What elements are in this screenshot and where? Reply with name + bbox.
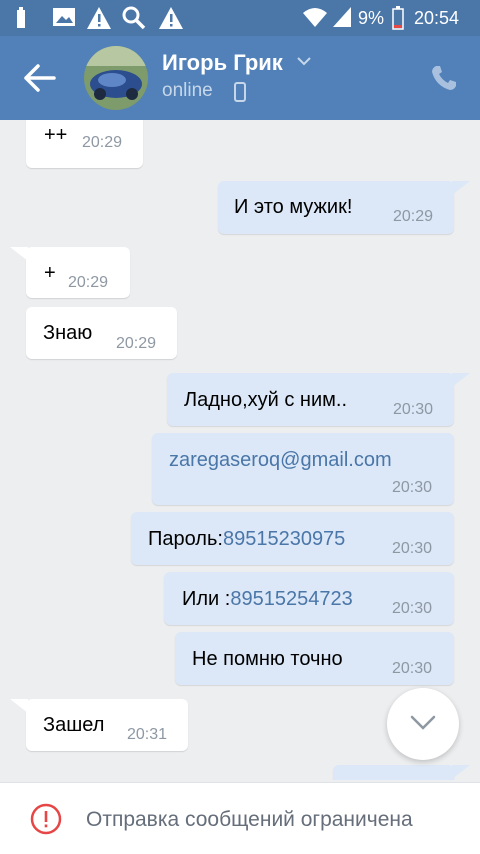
phone-link[interactable]: 89515254723 xyxy=(230,588,352,610)
bubble-tail xyxy=(452,765,470,779)
message-bubble-outgoing[interactable]: Не помню точно 20:30 xyxy=(175,632,454,685)
bubble-tail xyxy=(10,247,28,261)
message-text: Ладно,хуй с ним.. xyxy=(184,389,348,411)
message-time: 20:30 xyxy=(392,600,433,617)
notification-warning-icon-2 xyxy=(159,7,183,29)
scroll-to-bottom-button[interactable] xyxy=(387,688,459,760)
message-time: 20:29 xyxy=(393,208,434,225)
message-time: 20:31 xyxy=(127,726,168,743)
wifi-icon xyxy=(303,8,327,27)
message-bubble-incoming[interactable]: + 20:29 xyxy=(26,247,130,298)
notification-image-icon xyxy=(53,8,75,26)
message-text: + xyxy=(44,262,56,284)
back-arrow-icon[interactable] xyxy=(22,62,62,94)
message-text: И это мужик! xyxy=(234,196,353,218)
message-time: 20:30 xyxy=(392,660,433,677)
mobile-device-icon xyxy=(234,82,246,102)
bubble-tail xyxy=(452,373,470,387)
bubble-tail xyxy=(10,699,28,713)
composer-restricted-bar: Отправка сообщений ограничена xyxy=(0,782,480,854)
message-bubble-outgoing[interactable]: Или :89515254723 20:30 xyxy=(164,572,454,625)
message-bubble-incoming[interactable]: Знаю 20:29 xyxy=(26,307,177,359)
message-text: Пароль:89515230975 xyxy=(148,528,345,551)
message-bubble-incoming[interactable]: Зашел 20:31 xyxy=(26,699,188,751)
message-bubble-incoming[interactable]: ++ 20:29 xyxy=(26,120,143,168)
message-text: Знаю xyxy=(43,322,93,344)
message-time: 20:30 xyxy=(392,540,433,557)
online-status: online xyxy=(162,80,213,101)
message-time: 20:29 xyxy=(68,274,109,291)
bubble-tail xyxy=(452,181,470,195)
phone-link[interactable]: 89515230975 xyxy=(223,528,345,550)
message-text: Не помню точно xyxy=(192,648,343,670)
message-prefix: Пароль: xyxy=(148,528,223,550)
notification-warning-icon xyxy=(87,7,111,29)
clock: 20:54 xyxy=(414,8,460,28)
chat-header: Игорь Грик online xyxy=(0,36,480,120)
message-bubble-outgoing[interactable]: Пароль:89515230975 20:30 xyxy=(131,512,454,565)
battery-icon xyxy=(392,6,404,30)
warning-circle-icon xyxy=(30,803,62,835)
message-text: ++ xyxy=(44,124,68,146)
message-bubble-outgoing[interactable]: И это мужик! 20:29 xyxy=(218,181,454,234)
chevron-down-icon xyxy=(410,715,436,730)
message-prefix: Или : xyxy=(182,588,231,610)
signal-icon xyxy=(333,7,351,27)
message-bubble-outgoing-partial[interactable] xyxy=(333,765,454,780)
message-time: 20:29 xyxy=(116,335,157,352)
messaging-restricted-text: Отправка сообщений ограничена xyxy=(86,808,413,831)
email-link[interactable]: zaregaseroq@gmail.com xyxy=(169,449,392,472)
message-text: Зашел xyxy=(43,714,105,736)
message-time: 20:29 xyxy=(82,134,123,151)
notification-search-icon xyxy=(122,6,146,30)
contact-name[interactable]: Игорь Грик xyxy=(162,50,283,76)
call-icon[interactable] xyxy=(430,64,458,92)
avatar[interactable] xyxy=(84,46,148,110)
notification-usb-icon xyxy=(17,7,25,28)
message-bubble-outgoing[interactable]: zaregaseroq@gmail.com 20:30 xyxy=(152,433,454,505)
message-time: 20:30 xyxy=(393,401,434,418)
message-list[interactable]: ++ 20:29 И это мужик! 20:29 + 20:29 Знаю… xyxy=(0,120,480,780)
message-time: 20:30 xyxy=(392,479,433,496)
battery-percent: 9% xyxy=(358,8,385,28)
status-bar: 9% 20:54 xyxy=(0,0,480,36)
message-bubble-outgoing[interactable]: Ладно,хуй с ним.. 20:30 xyxy=(167,373,454,426)
chevron-down-icon[interactable] xyxy=(296,56,312,66)
message-text: Или :89515254723 xyxy=(182,588,353,611)
